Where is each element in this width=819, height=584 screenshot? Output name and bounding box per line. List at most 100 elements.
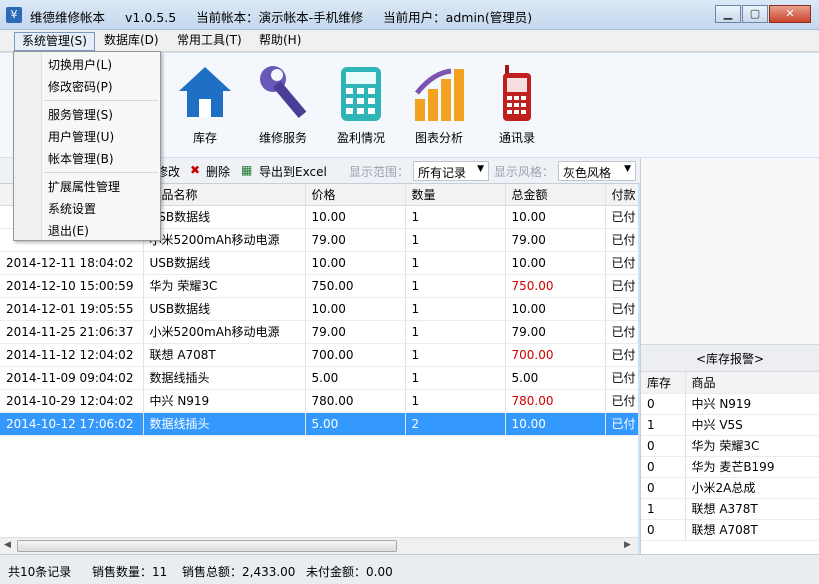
cell-product-name: 华为 荣耀3C	[143, 274, 306, 298]
menu-item-book-management[interactable]: 帐本管理(B)	[48, 150, 114, 167]
current-user: 当前用户：admin(管理员)	[383, 10, 533, 25]
cell-payment: 已付	[605, 343, 638, 367]
panel-blank-area	[641, 158, 819, 344]
cell-quantity: 1	[405, 274, 506, 298]
cell-quantity: 1	[405, 205, 506, 229]
cell-quantity: 1	[405, 343, 506, 367]
range-value: 所有记录	[418, 166, 467, 180]
chart-analysis-button[interactable]: 图表分析	[399, 63, 479, 146]
app-name: 维德维修帐本	[30, 10, 106, 25]
menu-item-system-settings[interactable]: 系统设置	[48, 200, 96, 217]
cell-stock: 0	[641, 435, 686, 457]
cell-product: 联想 A378T	[685, 498, 819, 520]
menu-system[interactable]: 系统管理(S)	[14, 32, 95, 51]
stock-alert-table[interactable]: 库存 商品 0 中兴 N919 1 中兴 V5S 0 华为 荣耀3C 0 华为 麦芒B199 0…	[641, 372, 819, 541]
bar-chart-icon	[411, 63, 467, 123]
chart-analysis-label: 图表分析	[414, 131, 463, 145]
cell-stock: 0	[641, 477, 686, 499]
app-version: v1.0.5.5	[125, 10, 177, 25]
range-select[interactable]: 所有记录 ▼	[413, 161, 489, 181]
menu-help[interactable]: 帮助(H)	[252, 32, 308, 51]
list-item[interactable]: 0 华为 荣耀3C	[641, 435, 819, 457]
column-header-total[interactable]: 总金额	[505, 184, 606, 206]
profit-button[interactable]: 盈利情况	[321, 63, 401, 146]
column-header-qty[interactable]: 数量	[405, 184, 506, 206]
cell-payment: 已付	[605, 274, 638, 298]
column-header-name[interactable]: 商品名称	[143, 184, 306, 206]
cell-stock: 1	[641, 414, 686, 436]
table-row[interactable]: 2014-10-29 12:04:02 中兴 N919 780.00 1 780.00 已…	[0, 389, 638, 413]
system-menu-dropdown: 切换用户(L) 修改密码(P) 服务管理(S) 用户管理(U) 帐本管理(B) …	[13, 51, 161, 241]
menu-item-exit[interactable]: 退出(E)	[48, 222, 89, 239]
menu-item-extended-attributes[interactable]: 扩展属性管理	[48, 178, 120, 195]
close-button[interactable]: ✕	[769, 5, 811, 23]
cell-total: 700.00	[505, 343, 606, 367]
maximize-button[interactable]: ▢	[742, 5, 768, 23]
table-row[interactable]: 2014-11-09 09:04:02 数据线插头 5.00 1 5.00 已付	[0, 366, 638, 390]
contacts-button[interactable]: 通讯录	[477, 63, 557, 146]
cell-price: 5.00	[305, 412, 406, 436]
list-item[interactable]: 0 联想 A708T	[641, 519, 819, 541]
table-row[interactable]: 2014-11-12 12:04:02 联想 A708T 700.00 1 700.00…	[0, 343, 638, 367]
cell-product-name: 数据线插头	[143, 412, 306, 436]
menu-item-service-management[interactable]: 服务管理(S)	[48, 106, 113, 123]
delete-button[interactable]: 删除	[206, 163, 230, 180]
repair-service-button[interactable]: 维修服务	[243, 63, 323, 146]
list-item[interactable]: 0 华为 麦芒B199	[641, 456, 819, 478]
cell-stock: 0	[641, 393, 686, 415]
cell-product-name: 小米5200mAh移动电源	[143, 320, 306, 344]
menu-separator	[44, 100, 158, 101]
menu-database[interactable]: 数据库(D)	[97, 32, 166, 51]
table-row[interactable]: 2014-10-12 17:06:02 数据线插头 5.00 2 10.00 已付	[0, 412, 638, 436]
cell-price: 750.00	[305, 274, 406, 298]
cell-total: 780.00	[505, 389, 606, 413]
menu-separator	[44, 172, 158, 173]
cell-total: 10.00	[505, 251, 606, 275]
cell-stock: 1	[641, 498, 686, 520]
horizontal-scrollbar[interactable]: ◀ ▶	[0, 537, 638, 554]
table-row[interactable]: 2014-12-11 18:04:02 USB数据线 10.00 1 10.00 已付	[0, 251, 638, 275]
cell-quantity: 2	[405, 412, 506, 436]
table-row[interactable]: 2014-12-01 19:05:55 USB数据线 10.00 1 10.00 已付	[0, 297, 638, 321]
cell-total: 79.00	[505, 228, 606, 252]
stock-button[interactable]: 库存	[165, 63, 245, 146]
stock-label: 库存	[192, 131, 217, 145]
cell-total: 5.00	[505, 366, 606, 390]
minimize-button[interactable]: ▁	[715, 5, 741, 23]
column-header-payment[interactable]: 付款	[605, 184, 638, 206]
style-label: 显示风格：	[494, 165, 555, 179]
chevron-down-icon: ▼	[624, 164, 631, 174]
sales-quantity: 销售数量：11	[92, 565, 168, 579]
column-header-price[interactable]: 价格	[305, 184, 406, 206]
scroll-right-icon[interactable]: ▶	[624, 540, 631, 550]
list-item[interactable]: 1 中兴 V5S	[641, 414, 819, 436]
menu-bar: 系统管理(S) 数据库(D) 常用工具(T) 帮助(H)	[0, 30, 819, 52]
column-header-product[interactable]: 商品	[685, 372, 819, 394]
cell-quantity: 1	[405, 366, 506, 390]
menu-tools[interactable]: 常用工具(T)	[170, 32, 249, 51]
list-item[interactable]: 0 中兴 N919	[641, 393, 819, 415]
style-value: 灰色风格	[563, 166, 612, 180]
cell-payment: 已付	[605, 297, 638, 321]
menu-item-change-password[interactable]: 修改密码(P)	[48, 78, 113, 95]
app-icon: ¥	[6, 7, 22, 23]
cell-product-name: 中兴 N919	[143, 389, 306, 413]
table-row[interactable]: 2014-12-10 15:00:59 华为 荣耀3C 750.00 1 750.00 已…	[0, 274, 638, 298]
title-bar: ¥ 维德维修帐本 v1.0.5.5 当前帐本：演示帐本-手机维修 当前用户：admin…	[0, 0, 819, 30]
list-item[interactable]: 0 小米2A总成	[641, 477, 819, 499]
column-header-stock[interactable]: 库存	[641, 372, 686, 394]
repair-service-label: 维修服务	[258, 131, 307, 145]
table-row[interactable]: 2014-11-25 21:06:37 小米5200mAh移动电源 79.00 1 79…	[0, 320, 638, 344]
range-label: 显示范围：	[349, 165, 410, 179]
menu-item-switch-user[interactable]: 切换用户(L)	[48, 56, 112, 73]
cell-product-name: USB数据线	[143, 251, 306, 275]
scroll-thumb[interactable]	[17, 540, 397, 552]
list-item[interactable]: 1 联想 A378T	[641, 498, 819, 520]
cell-total: 750.00	[505, 274, 606, 298]
style-select[interactable]: 灰色风格 ▼	[558, 161, 636, 181]
menu-item-user-management[interactable]: 用户管理(U)	[48, 128, 114, 145]
scroll-left-icon[interactable]: ◀	[4, 540, 11, 550]
export-excel-button[interactable]: 导出到Excel	[259, 163, 327, 180]
stock-alert-title: <库存报警>	[641, 344, 819, 372]
sales-total: 销售总额：2,433.00	[182, 565, 296, 579]
